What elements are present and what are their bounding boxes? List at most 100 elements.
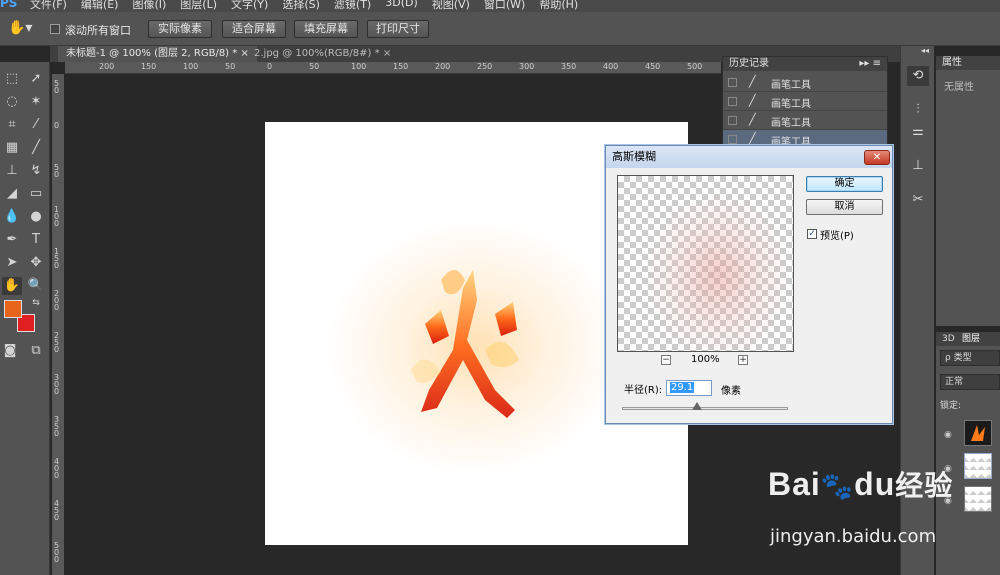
menu-window[interactable]: 窗口(W) [484,0,525,12]
shape-tool-icon[interactable]: ✥ [26,254,46,272]
history-snapshot-checkbox[interactable] [728,116,737,125]
menu-image[interactable]: 图像(I) [132,0,166,12]
ruler-tick-label: 150 [393,62,409,71]
history-panel-icon[interactable]: ⟲ [907,66,929,86]
history-item[interactable]: ╱ 画笔工具 [723,111,887,130]
ruler-tick-label: 50 [54,79,60,95]
baidu-jingyan-watermark: Bai🐾du经验 jingyan.baidu.com [760,462,1000,562]
menu-select[interactable]: 选择(S) [282,0,320,12]
menu-edit[interactable]: 编辑(E) [81,0,119,12]
brush-icon: ╱ [749,113,756,126]
history-item-label: 画笔工具 [771,99,811,110]
history-snapshot-checkbox[interactable] [728,78,737,87]
actual-pixels-button[interactable]: 实际像素 [148,20,212,38]
menu-layer[interactable]: 图层(L) [180,0,217,12]
history-panel-header[interactable]: 历史记录 ▸▸ ≡ [723,57,887,71]
cancel-button[interactable]: 取消 [806,199,883,215]
visibility-eye-icon[interactable]: ◉ [944,430,952,440]
crop-tool-icon[interactable]: ⌗ [2,116,22,134]
radius-slider-thumb[interactable] [691,402,702,410]
tab-3d[interactable]: 3D [942,332,955,346]
hand-tool-preset-icon[interactable]: ✋▾ [8,20,38,38]
brush-presets-icon[interactable]: ⫶ [907,100,929,120]
lasso-tool-icon[interactable]: ◌ [2,93,22,111]
scroll-all-windows-checkbox[interactable] [50,24,60,34]
blend-mode-select[interactable]: 正常 [940,374,1000,390]
ruler-tick-label: 300 [519,62,535,71]
blur-tool-icon[interactable]: 💧 [2,208,22,226]
clone-stamp-icon[interactable]: ⊥ [2,162,22,180]
properties-title[interactable]: 属性 [936,56,1000,70]
fit-screen-button[interactable]: 适合屏幕 [222,20,286,38]
ok-button[interactable]: 确定 [806,176,883,192]
history-snapshot-checkbox[interactable] [728,135,737,144]
swap-colors-icon[interactable]: ⇆ [26,294,46,312]
properties-panel: 属性 无属性 [936,56,1000,326]
ruler-vertical: 50 0 50 100 150 200 250 300 350 400 450 500 [52,74,64,575]
radius-label: 半径(R): [624,385,663,396]
tab-untitled-1[interactable]: 未标题-1 @ 100% (图层 2, RGB/8) * × [58,46,257,62]
panel-menu-icon[interactable]: ▸▸ ≡ [859,57,881,71]
history-item-label: 画笔工具 [771,118,811,129]
menu-3d[interactable]: 3D(D) [385,0,418,12]
close-icon[interactable]: × [383,48,391,59]
menu-file[interactable]: 文件(F) [30,0,67,12]
fire-thumb-icon [971,425,985,441]
quick-mask-icon[interactable]: ◙ [0,342,20,360]
gradient-tool-icon[interactable]: ▭ [26,185,46,203]
adjustments-icon[interactable]: ⚌ [907,122,929,142]
watermark-logo: Bai🐾du经验 [768,464,953,504]
dodge-tool-icon[interactable]: ● [26,208,46,226]
menu-filter[interactable]: 滤镜(T) [334,0,371,12]
layer-thumbnail-fire[interactable] [964,420,992,446]
marquee-tool-icon[interactable]: ⬚ [2,70,22,88]
zoom-tool-icon[interactable]: 🔍 [26,277,46,295]
type-tool-icon[interactable]: T [26,231,46,249]
history-panel: 历史记录 ▸▸ ≡ ╱ 画笔工具 ╱ 画笔工具 ╱ 画笔工具 ╱ 画笔工具 [722,56,888,150]
screen-mode-icon[interactable]: ⧉ [26,342,46,360]
tab-layers[interactable]: 图层 [962,332,980,346]
path-select-icon[interactable]: ➤ [2,254,22,272]
magic-wand-icon[interactable]: ✶ [26,93,46,111]
healing-brush-icon[interactable]: ▦ [2,139,22,157]
history-item[interactable]: ╱ 画笔工具 [723,92,887,111]
ruler-tick-label: 150 [141,62,157,71]
history-snapshot-checkbox[interactable] [728,97,737,106]
zoom-out-button[interactable]: − [661,355,671,365]
brush-icon: ╱ [749,94,756,107]
dialog-title[interactable]: 高斯模糊 [606,146,892,168]
history-brush-icon[interactable]: ↯ [26,162,46,180]
blur-preview[interactable] [617,175,794,352]
pen-tool-icon[interactable]: ✒ [2,231,22,249]
ruler-horizontal: 200 150 100 50 0 50 100 150 200 250 300 350 400 450 50… [65,62,721,74]
fire-character-artwork [411,270,519,418]
preview-zoom-value: 100% [691,354,720,365]
preview-checkbox[interactable]: ✓ [807,229,817,239]
zoom-in-button[interactable]: + [738,355,748,365]
menu-help[interactable]: 帮助(H) [539,0,578,12]
fill-screen-button[interactable]: 填充屏幕 [294,20,358,38]
clone-source-icon[interactable]: ⊥ [907,156,929,176]
eraser-icon[interactable]: ◢ [2,185,22,203]
close-button[interactable]: ✕ [864,150,890,165]
radius-input[interactable]: 29.1 [666,380,712,396]
eyedropper-icon[interactable]: ⁄ [26,116,46,134]
ruler-tick-label: 200 [435,62,451,71]
print-size-button[interactable]: 打印尺寸 [367,20,429,38]
tab-2-jpg[interactable]: 2.jpg @ 100%(RGB/8#) * × [246,46,399,62]
tool-presets-icon[interactable]: ✂ [907,190,929,210]
ruler-tick-label: 500 [687,62,703,71]
foreground-color-swatch[interactable] [4,300,22,318]
layer-filter-select[interactable]: ρ 类型 [940,350,1000,366]
menu-view[interactable]: 视图(V) [432,0,470,12]
radius-slider-track[interactable] [622,407,788,410]
layers-tabs: 3D 图层 [936,332,1000,346]
collapse-icon[interactable]: ◂◂ [921,46,929,55]
brush-tool-icon[interactable]: ╱ [26,139,46,157]
menu-type[interactable]: 文字(Y) [231,0,268,12]
history-item[interactable]: ╱ 画笔工具 [723,73,887,92]
move-tool-icon[interactable]: ➚ [26,70,46,88]
hand-tool-icon[interactable]: ✋ [2,277,22,295]
ruler-tick-label: 200 [54,289,60,312]
ruler-tick-label: 350 [54,415,60,438]
